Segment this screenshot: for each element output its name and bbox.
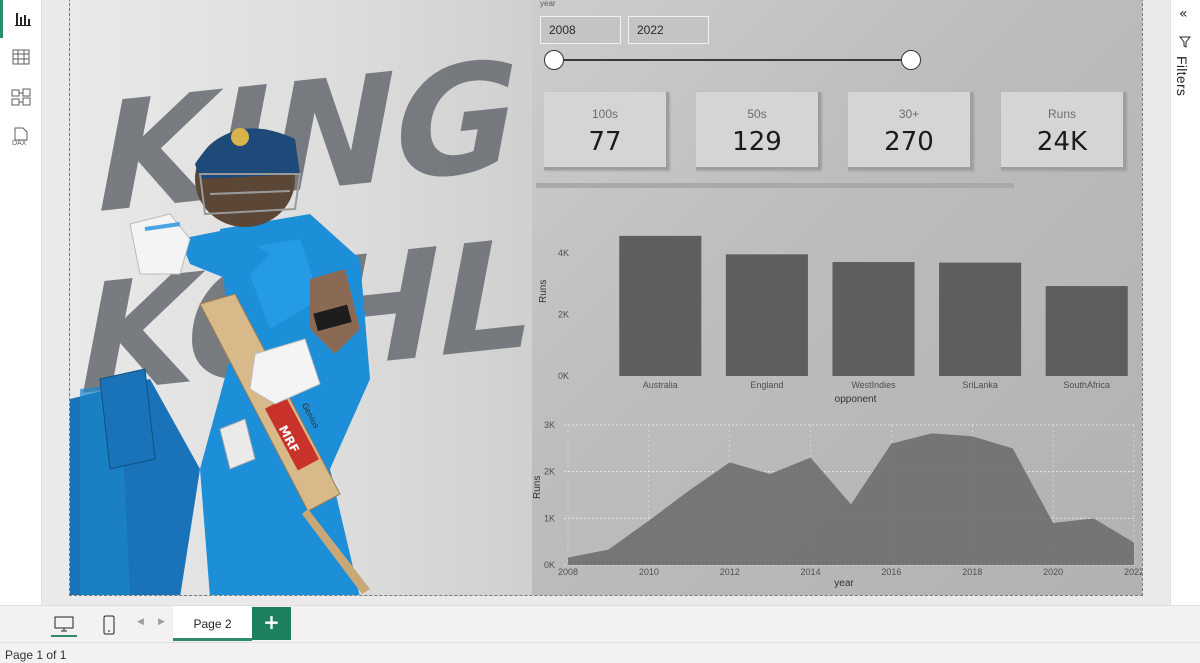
year-slider-start-handle[interactable] <box>544 50 564 70</box>
year-slider-track[interactable] <box>550 59 906 61</box>
area-x-tick-label: 2020 <box>1043 567 1063 577</box>
kpi-card-fifties[interactable]: 50s 129 <box>696 92 821 170</box>
area-y-tick-label: 2K <box>544 467 555 477</box>
bar-australia[interactable] <box>619 235 702 376</box>
bar-y-tick-label: 4K <box>558 248 569 258</box>
status-bar: Page 1 of 1 <box>0 642 1200 663</box>
area-x-tick-label: 2010 <box>639 567 659 577</box>
area-x-tick-label: 2022 <box>1124 567 1143 577</box>
area-y-tick-label: 0K <box>544 560 555 570</box>
report-view-icon[interactable] <box>0 0 42 38</box>
collapse-chevron-icon[interactable]: « <box>1179 6 1188 22</box>
bar-x-tick-label: Australia <box>643 380 678 390</box>
kpi-card-hundreds[interactable]: 100s 77 <box>544 92 669 170</box>
report-page: KING KOHLI MRF <box>69 0 1143 596</box>
kpi-value: 77 <box>588 127 622 157</box>
player-photo-illustration: KING KOHLI MRF <box>70 28 540 595</box>
bar-y-tick-label: 0K <box>558 371 569 381</box>
kpi-label: Runs <box>1047 107 1076 121</box>
view-switcher-rail: DAX <box>0 0 42 605</box>
area-y-axis-title: Runs <box>532 476 543 499</box>
funnel-icon <box>1179 36 1191 48</box>
bar-x-axis-title: opponent <box>835 394 877 405</box>
filters-pane[interactable]: « Filters <box>1170 0 1200 605</box>
table-view-icon[interactable] <box>0 38 42 76</box>
bar-southafrica[interactable] <box>1045 286 1128 376</box>
page-tab[interactable]: Page 2 <box>173 606 252 641</box>
next-page-arrow-icon[interactable]: ▶ <box>158 617 165 627</box>
bar-x-tick-label: SouthAfrica <box>1063 380 1110 390</box>
year-slider-end-handle[interactable] <box>901 50 921 70</box>
kpi-label: 100s <box>591 107 619 121</box>
area-x-tick-label: 2016 <box>881 567 901 577</box>
section-divider <box>536 183 1014 188</box>
desktop-layout-icon[interactable] <box>51 613 77 637</box>
add-page-button[interactable]: + <box>252 607 291 640</box>
year-end-input[interactable]: 2022 <box>628 16 709 44</box>
area-x-tick-label: 2012 <box>720 567 740 577</box>
bar-srilanka[interactable] <box>939 262 1022 376</box>
svg-text:DAX: DAX <box>12 140 27 147</box>
bar-x-tick-label: SriLanka <box>962 380 998 390</box>
area-x-tick-label: 2008 <box>558 567 578 577</box>
player-photo[interactable]: KING KOHLI MRF <box>70 0 540 595</box>
bar-westindies[interactable] <box>832 262 915 376</box>
bar-x-tick-label: WestIndies <box>851 380 896 390</box>
dax-query-view-icon[interactable]: DAX <box>0 118 42 156</box>
year-slicer-label: year <box>540 0 556 8</box>
model-view-icon[interactable] <box>0 78 42 116</box>
kpi-card-runs[interactable]: Runs 24K <box>1001 92 1126 170</box>
area-x-axis-title: year <box>834 578 854 589</box>
kpi-value: 270 <box>884 127 934 157</box>
bar-england[interactable] <box>725 254 808 376</box>
dashboard-panel: year 2008 2022 100s 77 50s 129 30+ 270 R… <box>532 0 1143 596</box>
kpi-label: 30+ <box>898 107 920 121</box>
kpi-label: 50s <box>747 107 767 121</box>
mobile-layout-icon[interactable] <box>96 613 122 637</box>
kpi-value: 129 <box>732 127 782 157</box>
bar-y-tick-label: 2K <box>558 309 569 319</box>
area-x-tick-label: 2018 <box>962 567 982 577</box>
bar-y-axis-title: Runs <box>538 280 549 303</box>
filters-label: Filters <box>1174 56 1190 97</box>
runs-by-opponent-bar-chart[interactable]: Runs 0K 2K 4K Australia England WestIndies SriL… <box>532 214 1143 414</box>
page-count-status: Page 1 of 1 <box>5 648 67 662</box>
year-start-input[interactable]: 2008 <box>540 16 621 44</box>
area-y-tick-label: 3K <box>544 420 555 430</box>
kpi-card-thirty-plus[interactable]: 30+ 270 <box>848 92 973 170</box>
bar-x-tick-label: England <box>750 380 783 390</box>
page-tabs-bar: ◀ ▶ Page 2 + <box>0 605 1200 642</box>
kpi-value: 24K <box>1036 127 1088 157</box>
runs-area-series[interactable] <box>568 433 1134 565</box>
runs-by-year-area-chart[interactable]: 0K 1K 2K 3K 2008 2010 2012 2014 2016 2018 2020 2022… <box>532 415 1143 596</box>
area-x-tick-label: 2014 <box>801 567 821 577</box>
report-canvas: KING KOHLI MRF <box>42 0 1170 605</box>
previous-page-arrow-icon[interactable]: ◀ <box>137 617 144 627</box>
area-y-tick-label: 1K <box>544 513 555 523</box>
